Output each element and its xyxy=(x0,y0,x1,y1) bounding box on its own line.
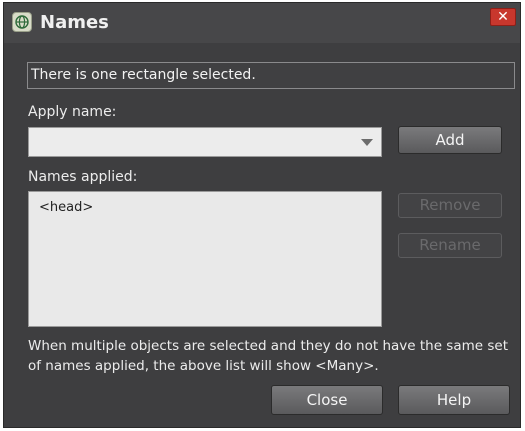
names-dialog: Names ✕ There is one rectangle selected.… xyxy=(3,2,521,428)
close-window-button[interactable]: ✕ xyxy=(490,8,516,26)
selection-status: There is one rectangle selected. xyxy=(27,62,515,89)
remove-button[interactable]: Remove xyxy=(398,193,502,218)
apply-name-label: Apply name: xyxy=(28,104,117,120)
add-button[interactable]: Add xyxy=(398,126,502,154)
apply-name-combobox[interactable] xyxy=(28,127,382,157)
names-applied-label: Names applied: xyxy=(28,169,138,185)
multiple-selection-note: When multiple objects are selected and t… xyxy=(28,338,508,374)
globe-icon xyxy=(12,12,32,32)
help-button[interactable]: Help xyxy=(398,385,510,415)
names-applied-list[interactable]: <head> xyxy=(28,191,382,327)
close-button[interactable]: Close xyxy=(271,385,383,415)
chevron-down-icon[interactable] xyxy=(361,139,373,146)
rename-button[interactable]: Rename xyxy=(398,233,502,258)
list-item[interactable]: <head> xyxy=(39,200,93,215)
title-bar[interactable]: Names ✕ xyxy=(4,3,520,43)
close-icon: ✕ xyxy=(497,9,509,25)
dialog-title: Names xyxy=(40,12,109,33)
